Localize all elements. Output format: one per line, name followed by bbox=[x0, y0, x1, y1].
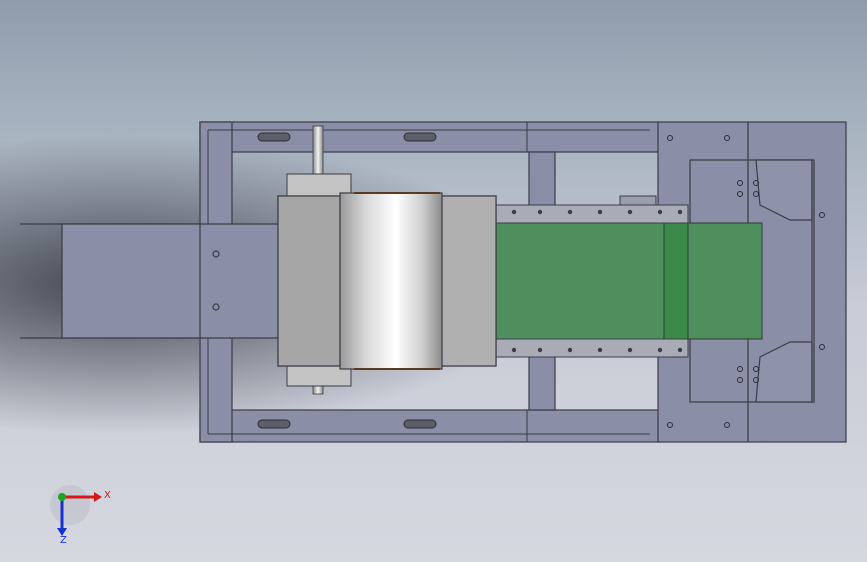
y-axis-dot bbox=[58, 493, 66, 501]
x-axis-label: X bbox=[104, 490, 111, 501]
conveyor-belt bbox=[495, 222, 763, 340]
z-axis-label: Z bbox=[60, 535, 67, 546]
infeed-chute bbox=[20, 223, 281, 339]
roller-housing bbox=[277, 192, 497, 370]
axis-triad bbox=[50, 485, 102, 536]
conveyor-model[interactable]: X Z bbox=[0, 0, 867, 562]
